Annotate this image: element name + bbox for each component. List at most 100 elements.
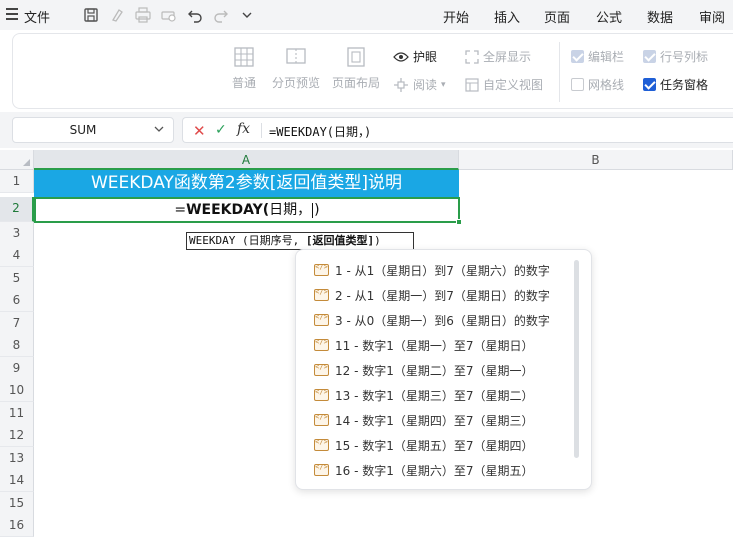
save-icon[interactable] xyxy=(82,6,100,24)
eye-protection-label: 护眼 xyxy=(413,50,438,64)
column-header-a[interactable]: A xyxy=(34,150,459,170)
list-item[interactable]: 3 - 从0（星期一）到6（星期日）的数字 xyxy=(314,310,550,330)
row-col-headers-label: 行号列标 xyxy=(660,50,709,64)
reading-mode-button[interactable]: 阅读 ▾ xyxy=(393,76,446,93)
task-pane-label: 任务窗格 xyxy=(660,78,709,92)
page-break-preview-button[interactable]: 分页预览 xyxy=(270,46,322,91)
row-header[interactable]: 15 xyxy=(0,492,34,515)
task-pane-checkbox[interactable]: 任务窗格 xyxy=(643,76,708,93)
option-icon xyxy=(314,413,329,426)
file-menu[interactable]: 文件 xyxy=(24,7,50,26)
tab-home[interactable]: 开始 xyxy=(443,7,469,26)
checkbox-icon xyxy=(643,50,656,63)
fill-handle[interactable] xyxy=(456,219,462,225)
tooltip-suffix: ) xyxy=(374,234,381,247)
option-label: 15 - 数字1（星期五）至7（星期四） xyxy=(335,438,534,453)
ribbon-divider xyxy=(559,42,560,102)
tab-page[interactable]: 页面 xyxy=(544,7,570,26)
select-all-button[interactable] xyxy=(0,150,34,170)
gridlines-checkbox[interactable]: 网格线 xyxy=(571,76,624,93)
custom-view-label: 自定义视图 xyxy=(483,78,544,92)
name-box[interactable]: SUM xyxy=(12,117,174,143)
page-break-icon xyxy=(285,46,307,68)
option-icon xyxy=(314,313,329,326)
undo-icon[interactable] xyxy=(186,6,204,24)
eye-protection-button[interactable]: 护眼 xyxy=(393,48,437,65)
row-header[interactable]: 6 xyxy=(0,289,34,312)
print-preview-icon[interactable] xyxy=(160,6,178,24)
tab-review[interactable]: 审阅 xyxy=(699,7,725,26)
ribbon-view: 普通 分页预览 页面布局 护眼 阅读 ▾ 全屏显示 自定义视图 编辑栏 行号列标… xyxy=(12,33,733,109)
page-layout-button[interactable]: 页面布局 xyxy=(330,46,382,91)
format-painter-icon[interactable] xyxy=(108,6,126,24)
argument-options-popup: 1 - 从1（星期日）到7（星期六）的数字 2 - 从1（星期一）到7（星期日）… xyxy=(295,249,592,490)
row-header[interactable]: 11 xyxy=(0,402,34,425)
list-item[interactable]: 15 - 数字1（星期五）至7（星期四） xyxy=(314,435,534,455)
option-label: 2 - 从1（星期一）到7（星期日）的数字 xyxy=(335,288,550,303)
cancel-icon[interactable]: ✕ xyxy=(193,122,206,140)
chevron-down-icon[interactable] xyxy=(238,6,256,24)
row-header[interactable]: 8 xyxy=(0,334,34,357)
row-header[interactable]: 5 xyxy=(0,267,34,290)
option-label: 13 - 数字1（星期三）至7（星期二） xyxy=(335,388,534,403)
formula-function-name: WEEKDAY( xyxy=(186,202,270,218)
menu-bar: 文件 开始 插入 页面 公式 数据 审阅 xyxy=(0,0,733,30)
row-header[interactable]: 7 xyxy=(0,312,34,335)
list-item[interactable]: 16 - 数字1（星期六）至7（星期五） xyxy=(314,460,534,480)
list-item[interactable]: 12 - 数字1（星期二）至7（星期一） xyxy=(314,360,534,380)
row-header[interactable]: 1 xyxy=(0,170,34,193)
tab-data[interactable]: 数据 xyxy=(647,7,673,26)
chevron-down-icon[interactable] xyxy=(153,123,165,135)
column-header-b[interactable]: B xyxy=(459,150,733,170)
row-header[interactable]: 9 xyxy=(0,357,34,380)
full-screen-button[interactable]: 全屏显示 xyxy=(465,48,531,65)
name-box-value: SUM xyxy=(69,123,97,137)
option-label: 14 - 数字1（星期四）至7（星期三） xyxy=(335,413,534,428)
hamburger-menu-icon[interactable] xyxy=(6,8,18,20)
row-header[interactable]: 12 xyxy=(0,424,34,447)
row-header[interactable]: 3 xyxy=(0,222,34,245)
option-icon xyxy=(314,388,329,401)
row-header[interactable]: 16 xyxy=(0,514,34,537)
option-icon xyxy=(314,438,329,451)
row-header[interactable]: 4 xyxy=(0,244,34,267)
formula-input[interactable]: ✕ ✓ fx =WEEKDAY(日期，) xyxy=(182,117,733,143)
insert-function-icon[interactable]: fx xyxy=(237,121,250,137)
list-item[interactable]: 1 - 从1（星期日）到7（星期六）的数字 xyxy=(314,260,550,280)
option-icon xyxy=(314,463,329,476)
row-col-headers-checkbox[interactable]: 行号列标 xyxy=(643,48,708,65)
cell-a1-title[interactable]: WEEKDAY函数第2参数[返回值类型]说明 xyxy=(34,170,459,197)
list-item[interactable]: 11 - 数字1（星期一）至7（星期日） xyxy=(314,335,534,355)
normal-view-button[interactable]: 普通 xyxy=(229,46,259,91)
print-icon[interactable] xyxy=(134,6,152,24)
cell-a2-active[interactable]: =WEEKDAY(日期，) xyxy=(34,197,460,223)
list-item[interactable]: 14 - 数字1（星期四）至7（星期三） xyxy=(314,410,534,430)
list-item[interactable]: 2 - 从1（星期一）到7（星期日）的数字 xyxy=(314,285,550,305)
page-layout-icon xyxy=(345,46,367,68)
row-header[interactable]: 13 xyxy=(0,447,34,470)
custom-view-icon xyxy=(465,77,479,92)
scrollbar[interactable] xyxy=(574,260,579,458)
grid-icon xyxy=(233,46,255,68)
option-icon xyxy=(314,288,329,301)
formula-text[interactable]: =WEEKDAY(日期，) xyxy=(269,123,371,140)
tab-insert[interactable]: 插入 xyxy=(494,7,520,26)
chevron-down-icon: ▾ xyxy=(441,79,446,90)
edit-bar-checkbox[interactable]: 编辑栏 xyxy=(571,48,624,65)
row-header[interactable]: 10 xyxy=(0,379,34,402)
redo-icon[interactable] xyxy=(212,6,230,24)
crosshair-icon xyxy=(394,77,408,92)
full-screen-icon xyxy=(465,49,479,64)
tab-formula[interactable]: 公式 xyxy=(596,7,622,26)
option-label: 3 - 从0（星期一）到6（星期日）的数字 xyxy=(335,313,550,328)
formula-close-paren: ) xyxy=(314,202,320,218)
confirm-icon[interactable]: ✓ xyxy=(215,122,227,138)
custom-view-button[interactable]: 自定义视图 xyxy=(465,76,543,93)
row-header[interactable]: 2 xyxy=(0,197,34,222)
option-label: 12 - 数字1（星期二）至7（星期一） xyxy=(335,363,534,378)
list-item[interactable]: 13 - 数字1（星期三）至7（星期二） xyxy=(314,385,534,405)
row-header[interactable]: 14 xyxy=(0,469,34,492)
checkbox-icon xyxy=(571,78,584,91)
option-label: 1 - 从1（星期日）到7（星期六）的数字 xyxy=(335,263,550,278)
checkbox-icon xyxy=(643,78,656,91)
